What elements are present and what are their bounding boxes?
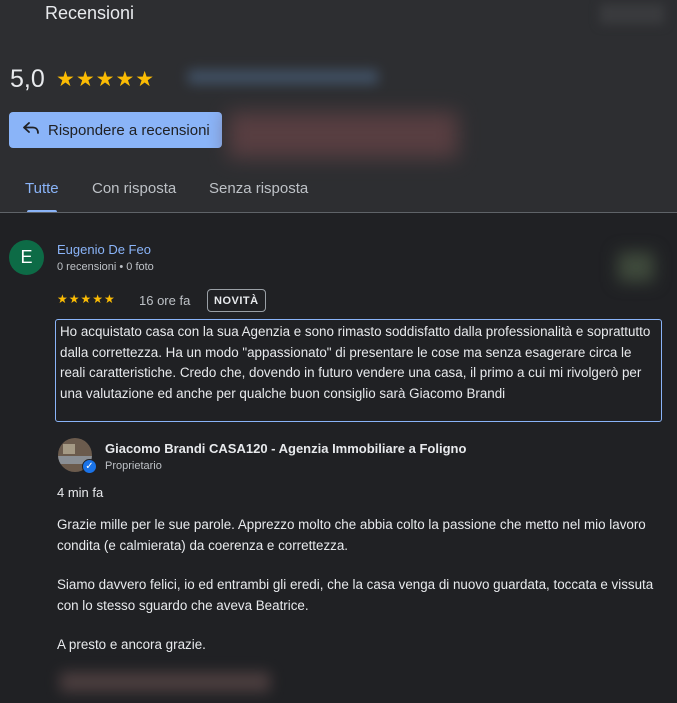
blurred-element [188, 70, 378, 84]
tab-all[interactable]: Tutte [25, 180, 59, 197]
rating-stars: ★★★★★ [56, 68, 156, 91]
page-title: Recensioni [45, 3, 135, 23]
new-badge: NOVITÀ [207, 289, 266, 312]
reply-to-reviews-button[interactable]: Rispondere a recensioni [9, 112, 222, 148]
reply-arrow-icon [23, 121, 41, 139]
reviewer-name[interactable]: Eugenio De Feo [57, 242, 151, 257]
tab-without-reply[interactable]: Senza risposta [209, 180, 308, 197]
reply-paragraph: A presto e ancora grazie. [57, 637, 206, 652]
blurred-element [618, 252, 654, 282]
divider [0, 212, 677, 213]
owner-name: Giacomo Brandi CASA120 - Agenzia Immobil… [105, 441, 467, 456]
average-rating: 5,0 [10, 65, 45, 93]
reviewer-meta: 0 recensioni • 0 foto [57, 261, 154, 273]
header-area: Recensioni 5,0 ★★★★★ Rispondere a recens… [0, 0, 677, 213]
review-text: Ho acquistato casa con la sua Agenzia e … [55, 319, 662, 422]
tab-with-reply[interactable]: Con risposta [92, 180, 176, 197]
reply-paragraph: Siamo davvero felici, io ed entrambi gli… [57, 577, 654, 613]
blurred-element [228, 112, 458, 158]
reply-paragraph: Grazie mille per le sue parole. Apprezzo… [57, 517, 646, 553]
owner-role: Proprietario [105, 460, 162, 472]
review-time: 16 ore fa [139, 293, 191, 308]
verified-check-icon: ✓ [82, 459, 97, 474]
reply-button-label: Rispondere a recensioni [48, 121, 210, 139]
owner-reply-text: Grazie mille per le sue parole. Apprezzo… [57, 515, 667, 675]
blurred-element [600, 4, 664, 24]
reply-time: 4 min fa [57, 485, 104, 500]
reviewer-avatar[interactable]: E [9, 240, 44, 275]
review-stars: ★★★★★ [57, 292, 116, 306]
blurred-element [60, 672, 270, 692]
